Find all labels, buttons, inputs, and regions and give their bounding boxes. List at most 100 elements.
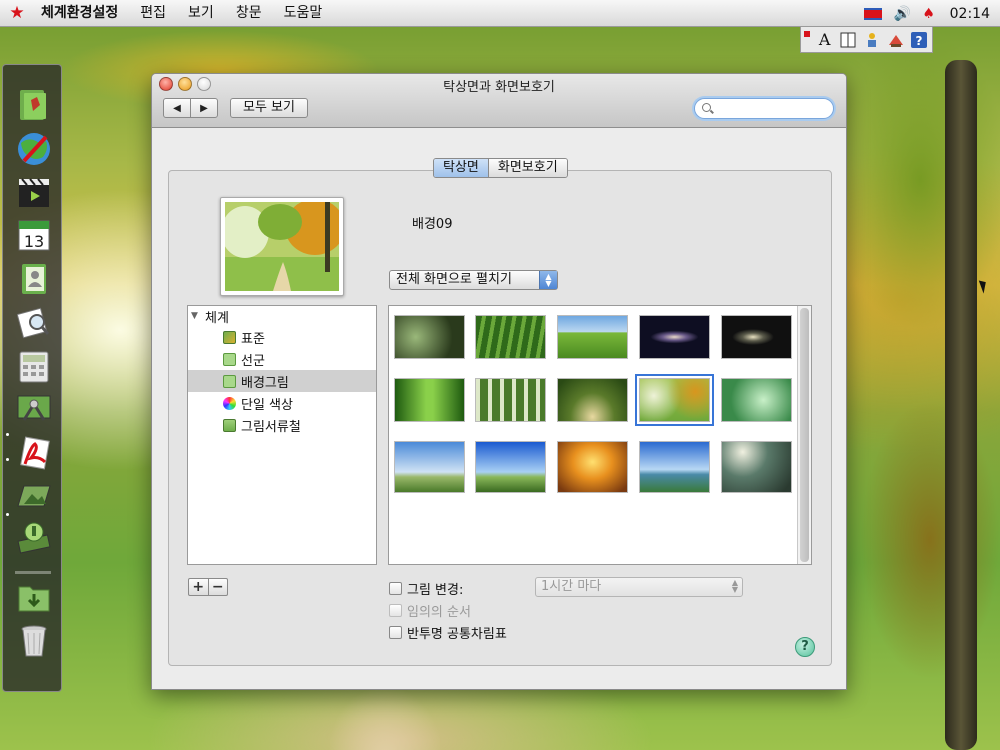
- pictures-folder-icon: [223, 418, 236, 432]
- flag-icon[interactable]: [863, 7, 882, 20]
- tab-screensaver[interactable]: 화면보호기: [487, 159, 567, 177]
- desktop-foliage: [830, 30, 1000, 330]
- change-picture-option[interactable]: 그림 변경:: [389, 579, 463, 598]
- system-tools-icon[interactable]: [16, 391, 52, 427]
- notes-icon[interactable]: [16, 87, 52, 123]
- help-button[interactable]: ?: [795, 637, 815, 657]
- source-group-system[interactable]: ▼ 체계: [188, 306, 376, 326]
- desktop-tree-trunk: [945, 60, 977, 750]
- wallpaper-thumbnail-4[interactable]: [639, 315, 710, 359]
- show-all-button[interactable]: 모두 보기: [230, 98, 308, 118]
- dictionary-icon[interactable]: [885, 29, 907, 51]
- wallpaper-thumbnail-10[interactable]: [721, 378, 792, 422]
- source-item-label: 그림서류철: [241, 419, 301, 435]
- wallpaper-thumbnail-12[interactable]: [475, 441, 546, 493]
- help-icon[interactable]: ?: [908, 29, 930, 51]
- dock-running-indicator: [6, 513, 9, 516]
- trash-icon[interactable]: [16, 623, 52, 659]
- layout-icon[interactable]: [838, 29, 860, 51]
- contacts-icon[interactable]: [16, 261, 52, 297]
- folder-icon: [223, 352, 236, 366]
- wallpaper-thumbnail-15[interactable]: [721, 441, 792, 493]
- menu-system-preferences[interactable]: 체계환경설정: [30, 0, 129, 27]
- image-viewer-icon[interactable]: [16, 477, 52, 513]
- select-arrows-icon: ▲ ▼: [539, 271, 557, 289]
- fit-mode-value: 전체 화면으로 펼치기: [396, 272, 512, 287]
- wallpaper-thumbnail-7[interactable]: [475, 378, 546, 422]
- preview-icon[interactable]: [16, 305, 52, 341]
- picture-icon: [223, 330, 236, 344]
- wallpaper-thumbnail-6[interactable]: [394, 378, 465, 422]
- wallpaper-thumbnail-5[interactable]: [721, 315, 792, 359]
- change-picture-label: 그림 변경:: [407, 583, 464, 598]
- source-item-label: 선군: [241, 353, 265, 369]
- remove-source-button[interactable]: −: [207, 579, 228, 595]
- menu-view[interactable]: 보기: [177, 0, 225, 27]
- tab-desktop[interactable]: 탁상면: [434, 159, 488, 177]
- fit-mode-select[interactable]: 전체 화면으로 펼치기 ▲ ▼: [389, 270, 558, 290]
- wallpaper-thumbnail-13[interactable]: [557, 441, 628, 493]
- menu-window[interactable]: 창문: [225, 0, 273, 27]
- calendar-icon[interactable]: 13: [16, 217, 52, 253]
- color-wheel-icon: [223, 396, 236, 410]
- back-button[interactable]: ◀: [164, 99, 190, 117]
- change-interval-value: 1시간 마다: [541, 579, 602, 594]
- calendar-day-label: 13: [24, 232, 44, 251]
- settings-icon[interactable]: [16, 519, 52, 555]
- source-add-remove: + −: [188, 578, 228, 596]
- source-item-label: 표준: [241, 331, 265, 347]
- folder-icon: [223, 374, 236, 388]
- source-item-label: 배경그림: [241, 375, 289, 391]
- scrollbar-thumb[interactable]: [800, 308, 809, 562]
- random-order-checkbox: [389, 604, 402, 617]
- volume-icon[interactable]: 🔊: [892, 6, 914, 22]
- menu-bar: ★ 체계환경설정 편집 보기 창문 도움말 🔊 ♠ 02:14: [0, 0, 1000, 27]
- tool-icon[interactable]: [861, 29, 883, 51]
- film-icon[interactable]: [16, 175, 52, 211]
- source-item-pictures-folder[interactable]: 그림서류철: [188, 414, 376, 436]
- current-background-preview: [220, 197, 345, 296]
- calculator-icon[interactable]: [16, 349, 52, 385]
- status-tray: 🔊 ♠ 02:14: [863, 0, 1000, 27]
- thumbnail-scrollbar[interactable]: [797, 306, 811, 564]
- menu-help[interactable]: 도움말: [273, 0, 334, 27]
- change-interval-select[interactable]: 1시간 마다 ▲ ▼: [535, 577, 743, 597]
- add-source-button[interactable]: +: [189, 579, 208, 595]
- current-background-image: [221, 199, 345, 291]
- change-picture-checkbox[interactable]: [389, 582, 402, 595]
- star-logo-icon[interactable]: ★: [4, 3, 30, 23]
- svg-text:?: ?: [916, 34, 923, 48]
- wallpaper-thumbnail-14[interactable]: [639, 441, 710, 493]
- wallpaper-thumbnail-1[interactable]: [394, 315, 465, 359]
- wallpaper-thumbnail-11[interactable]: [394, 441, 465, 493]
- preferences-window: 탁상면과 화면보호기 ◀ ▶ 모두 보기 탁상면 화면보호기 배경09 전체 화…: [151, 73, 847, 690]
- select-arrows-icon: ▲ ▼: [731, 578, 738, 594]
- source-item-songun[interactable]: 선군: [188, 348, 376, 370]
- wallpaper-thumbnail-9[interactable]: [635, 374, 714, 426]
- source-item-standard[interactable]: 표준: [188, 326, 376, 348]
- translucent-menubar-option[interactable]: 반투명 공통차림표: [389, 623, 507, 642]
- search-input[interactable]: [715, 101, 825, 116]
- notification-icon[interactable]: ♠: [918, 6, 940, 22]
- window-titlebar: 탁상면과 화면보호기 ◀ ▶ 모두 보기: [152, 74, 846, 128]
- menu-edit[interactable]: 편집: [129, 0, 177, 27]
- text-input-icon[interactable]: A: [814, 29, 836, 51]
- ime-close-icon[interactable]: [804, 31, 810, 37]
- ime-toolbar: A ?: [800, 27, 933, 53]
- translucent-menubar-checkbox[interactable]: [389, 626, 402, 639]
- source-item-solid-colors[interactable]: 단일 색상: [188, 392, 376, 414]
- source-list: ▼ 체계 표준 선군 배경그림 단일 색상 그림서류철: [187, 305, 377, 565]
- globe-icon[interactable]: [16, 131, 52, 167]
- forward-button[interactable]: ▶: [190, 99, 217, 117]
- pdf-icon[interactable]: [16, 435, 52, 471]
- wallpaper-thumbnail-2[interactable]: [475, 315, 546, 359]
- disclosure-triangle-icon[interactable]: ▼: [191, 311, 205, 321]
- desktop-foliage: [860, 400, 1000, 680]
- source-item-backgrounds[interactable]: 배경그림: [188, 370, 376, 392]
- wallpaper-thumbnail-3[interactable]: [557, 315, 628, 359]
- dock-running-indicator: [6, 433, 9, 436]
- menu-clock[interactable]: 02:14: [942, 6, 1000, 22]
- search-field: [694, 98, 834, 119]
- wallpaper-thumbnail-8[interactable]: [557, 378, 628, 422]
- downloads-folder-icon[interactable]: [16, 579, 52, 615]
